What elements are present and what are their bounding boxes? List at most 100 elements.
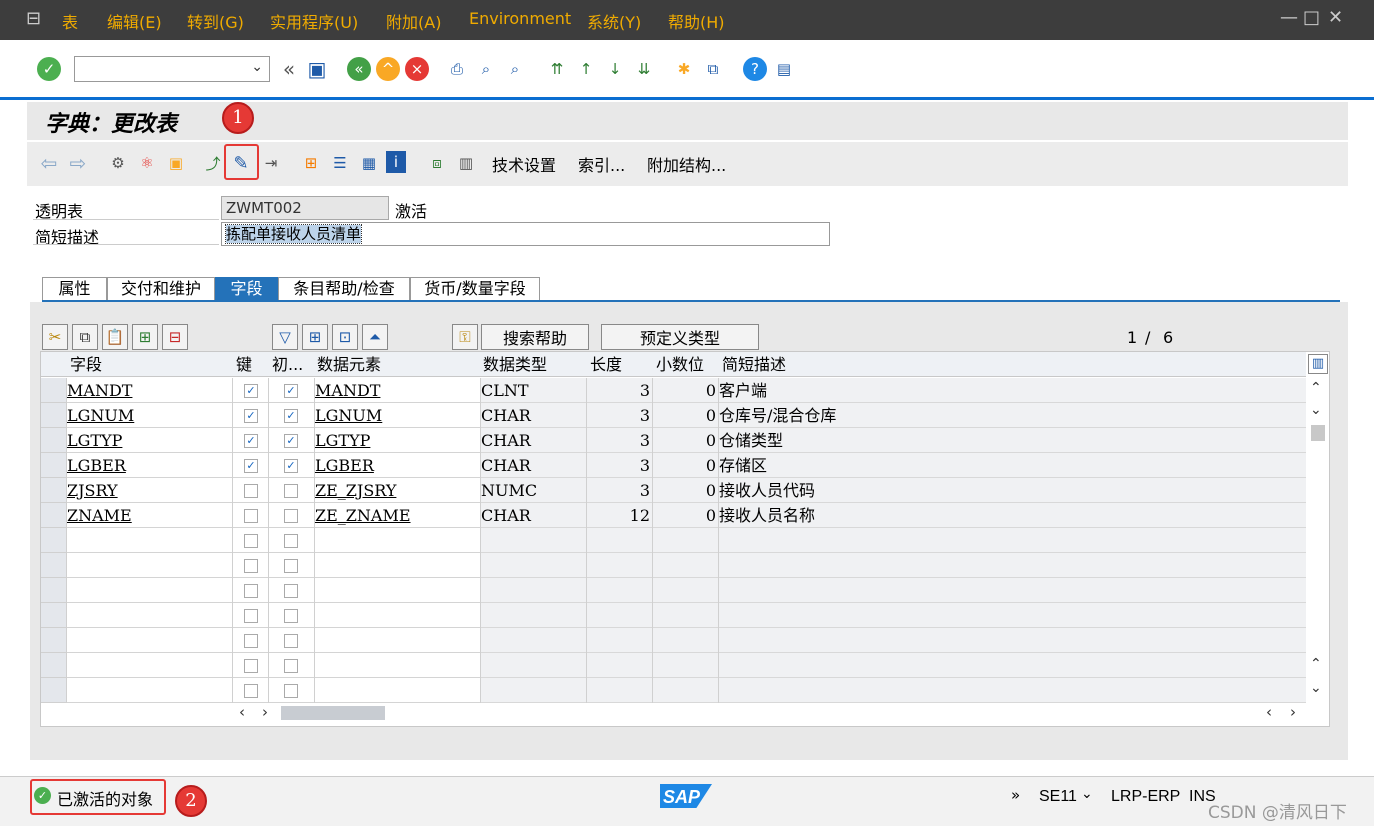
col-header-decimals[interactable]: 小数位 xyxy=(656,352,704,377)
key-checkbox[interactable] xyxy=(244,559,258,573)
scroll-down-icon[interactable]: ⌄ xyxy=(1310,402,1322,418)
find-next-icon[interactable]: ⌕ xyxy=(503,57,527,81)
vertical-scroll-thumb[interactable] xyxy=(1311,425,1325,441)
other-object-icon[interactable]: ⚙ xyxy=(106,151,130,175)
row-selector[interactable] xyxy=(41,503,66,528)
scroll-down-icon[interactable]: ⌄ xyxy=(1310,680,1322,696)
key-checkbox[interactable] xyxy=(244,634,258,648)
scroll-left-icon[interactable]: ‹ xyxy=(239,703,245,721)
row-selector[interactable] xyxy=(41,678,66,703)
row-selector[interactable] xyxy=(41,478,66,503)
columns-icon[interactable]: ▥ xyxy=(454,151,478,175)
activate-icon[interactable]: ▣ xyxy=(164,151,188,175)
insert-row-icon[interactable]: ⊞ xyxy=(132,324,158,350)
cell-element[interactable]: LGTYP xyxy=(315,428,480,453)
tab-delivery-maintenance[interactable]: 交付和维护 xyxy=(107,277,215,301)
initial-value-checkbox[interactable]: ✓ xyxy=(284,434,298,448)
cell-field[interactable]: ZJSRY xyxy=(67,478,232,503)
key-icon[interactable]: ⚿ xyxy=(452,324,478,350)
key-checkbox[interactable] xyxy=(244,509,258,523)
key-checkbox[interactable]: ✓ xyxy=(244,459,258,473)
collapse-command-icon[interactable]: « xyxy=(277,57,301,81)
technical-settings-button[interactable]: 技术设置 xyxy=(492,152,556,176)
initial-value-checkbox[interactable] xyxy=(284,684,298,698)
row-selector[interactable] xyxy=(41,553,66,578)
row-selector[interactable] xyxy=(41,628,66,653)
predefined-type-button[interactable]: 预定义类型 xyxy=(601,324,759,350)
cell-field[interactable]: MANDT xyxy=(67,378,232,403)
previous-page-icon[interactable]: ↑ xyxy=(574,57,598,81)
append-structure-button[interactable]: 附加结构... xyxy=(647,152,726,176)
key-checkbox[interactable] xyxy=(244,659,258,673)
cell-element[interactable]: LGNUM xyxy=(315,403,480,428)
menu-environment[interactable]: Environment xyxy=(469,9,571,28)
row-selector[interactable] xyxy=(41,453,66,478)
arrow-left-icon[interactable]: ⇦ xyxy=(37,151,61,175)
scroll-up-icon[interactable]: ⌃ xyxy=(1310,656,1322,672)
transaction-code[interactable]: SE11 xyxy=(1039,788,1077,806)
menu-extras[interactable]: 附加(A) xyxy=(386,9,441,33)
key-checkbox[interactable]: ✓ xyxy=(244,384,258,398)
where-used-icon[interactable]: ⤴ xyxy=(201,151,225,175)
find-icon[interactable]: ⌕ xyxy=(474,57,498,81)
key-checkbox[interactable]: ✓ xyxy=(244,409,258,423)
hierarchy-icon[interactable]: ⊞ xyxy=(299,151,323,175)
initial-value-checkbox[interactable] xyxy=(284,584,298,598)
cell-field[interactable]: LGBER xyxy=(67,453,232,478)
initial-value-checkbox[interactable]: ✓ xyxy=(284,409,298,423)
col-header-initial[interactable]: 初... xyxy=(272,352,303,377)
expand-include-icon[interactable]: ⏶ xyxy=(362,324,388,350)
scroll-left-icon[interactable]: ‹ xyxy=(1266,703,1272,721)
scroll-right-icon[interactable]: › xyxy=(262,703,268,721)
next-page-icon[interactable]: ↓ xyxy=(603,57,627,81)
initial-value-checkbox[interactable] xyxy=(284,559,298,573)
col-header-key[interactable]: 键 xyxy=(236,352,252,377)
menu-help[interactable]: 帮助(H) xyxy=(668,9,725,33)
shortcut-icon[interactable]: ⧉ xyxy=(701,57,725,81)
cell-element[interactable]: LGBER xyxy=(315,453,480,478)
new-session-icon[interactable]: ✱ xyxy=(672,57,696,81)
initial-value-checkbox[interactable] xyxy=(284,659,298,673)
menu-system[interactable]: 系统(Y) xyxy=(587,9,641,33)
sap-menu-icon[interactable]: ⊟ xyxy=(26,8,41,29)
initial-value-checkbox[interactable] xyxy=(284,634,298,648)
include-icon[interactable]: ⊡ xyxy=(332,324,358,350)
cut-row-icon[interactable]: ✂ xyxy=(42,324,68,350)
row-selector[interactable] xyxy=(41,528,66,553)
key-checkbox[interactable] xyxy=(244,609,258,623)
key-checkbox[interactable] xyxy=(244,684,258,698)
cell-field[interactable]: ZNAME xyxy=(67,503,232,528)
info-icon[interactable]: i xyxy=(386,151,406,173)
col-header-data-element[interactable]: 数据元素 xyxy=(317,352,381,377)
row-selector[interactable] xyxy=(41,428,66,453)
exit-icon[interactable]: ^ xyxy=(376,57,400,81)
menu-edit[interactable]: 编辑(E) xyxy=(107,9,162,33)
customize-layout-icon[interactable]: ▤ xyxy=(772,57,796,81)
initial-value-checkbox[interactable] xyxy=(284,484,298,498)
menu-goto[interactable]: 转到(G) xyxy=(187,9,244,33)
cell-element[interactable]: ZE_ZNAME xyxy=(315,503,480,528)
check-object-icon[interactable]: ⚛ xyxy=(135,151,159,175)
minimize-button[interactable]: — xyxy=(1280,7,1298,28)
chevron-down-icon[interactable]: ⌄ xyxy=(1081,786,1093,802)
copy-row-icon[interactable]: ⧉ xyxy=(72,324,98,350)
column-layout-icon[interactable]: ▥ xyxy=(1308,354,1328,374)
row-selector[interactable] xyxy=(41,403,66,428)
col-header-data-type[interactable]: 数据类型 xyxy=(483,352,547,377)
maximize-button[interactable]: □ xyxy=(1303,7,1320,28)
paste-row-icon[interactable]: 📋 xyxy=(102,324,128,350)
short-description-input[interactable]: 拣配单接收人员清单 xyxy=(221,222,830,246)
cell-element[interactable]: ZE_ZJSRY xyxy=(315,478,480,503)
initial-value-checkbox[interactable]: ✓ xyxy=(284,384,298,398)
search-help-button[interactable]: 搜索帮助 xyxy=(481,324,589,350)
menu-table[interactable]: 表 xyxy=(62,9,78,33)
key-checkbox[interactable] xyxy=(244,484,258,498)
table-view-icon[interactable]: ▦ xyxy=(357,151,381,175)
insert-field-icon[interactable]: ⊞ xyxy=(302,324,328,350)
scroll-right-icon[interactable]: › xyxy=(1290,703,1296,721)
initial-value-checkbox[interactable] xyxy=(284,509,298,523)
row-selector[interactable] xyxy=(41,378,66,403)
key-checkbox[interactable] xyxy=(244,534,258,548)
col-header-length[interactable]: 长度 xyxy=(590,352,622,377)
cancel-icon[interactable]: × xyxy=(405,57,429,81)
